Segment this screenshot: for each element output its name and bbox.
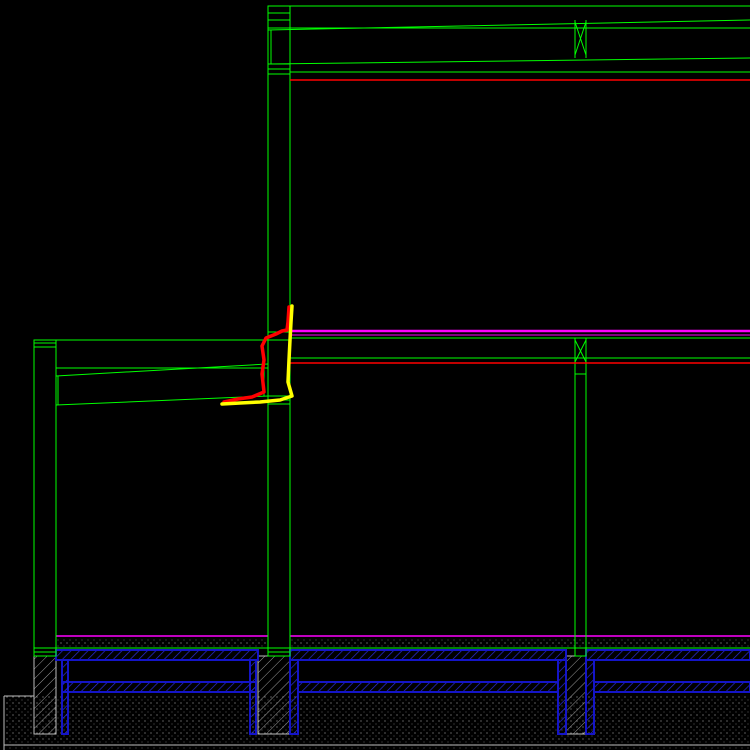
red-markup-stroke	[222, 305, 291, 404]
markup-strokes	[220, 304, 294, 406]
ground-floor-finish	[56, 635, 750, 649]
upper-floor-finish	[290, 329, 750, 336]
red-section-lines	[290, 79, 750, 364]
yellow-markup-stroke	[220, 304, 294, 406]
ground-soil	[3, 695, 750, 750]
cad-section-drawing	[3, 5, 750, 750]
